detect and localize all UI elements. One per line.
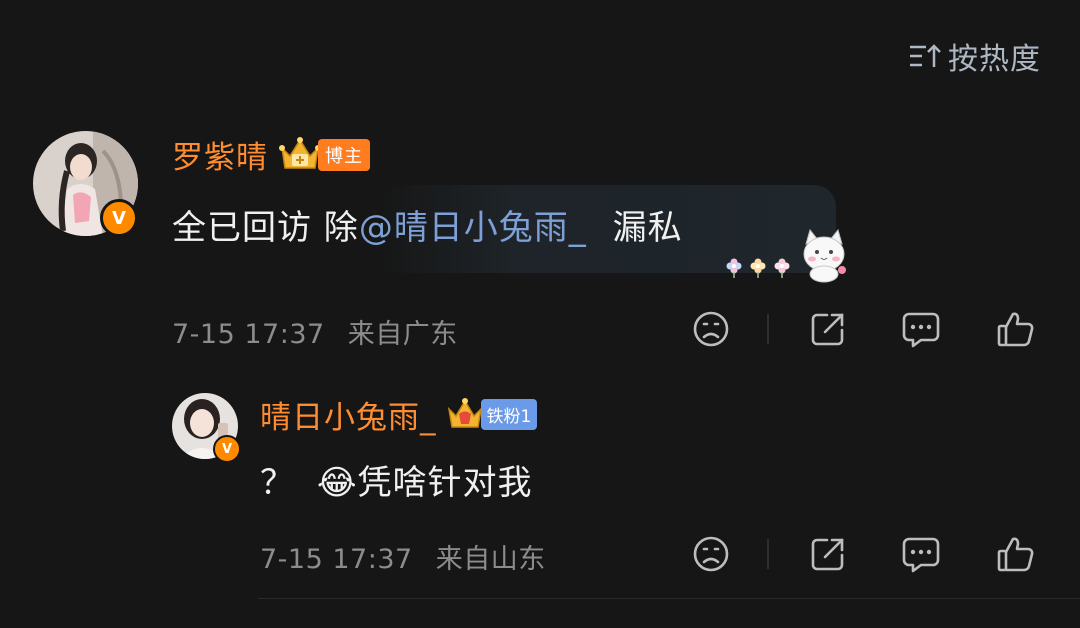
like-button[interactable] <box>994 532 1038 576</box>
divider <box>767 539 769 569</box>
divider-line <box>258 598 1080 599</box>
blogger-badge: 博主 <box>318 138 370 171</box>
sad-face-icon <box>693 311 729 347</box>
divider <box>767 314 769 344</box>
mention-link[interactable]: @晴日小兔雨_ <box>359 208 587 248</box>
verified-badge-icon: V <box>213 435 241 463</box>
location: 来自山东 <box>435 544 546 575</box>
comment-meta: 7-15 17:37 来自广东 <box>172 312 458 351</box>
share-button[interactable] <box>806 307 850 351</box>
location: 来自广东 <box>347 319 458 350</box>
comment-icon <box>902 312 940 348</box>
like-button[interactable] <box>994 307 1038 351</box>
username[interactable]: 罗紫晴 <box>172 132 268 177</box>
comment-text-prefix: 全已回访 除 <box>172 208 359 248</box>
comment: V 罗紫晴 博主 全已回访 除@晴日小兔雨_ 漏私 7-15 17:37 来自广… <box>0 0 1080 360</box>
bubble-decoration-icon <box>722 220 854 288</box>
share-button[interactable] <box>806 532 850 576</box>
comment-text-suffix: 漏私 <box>600 208 683 248</box>
comment-text-suffix: 凭啥针对我 <box>357 463 533 503</box>
reply-button[interactable] <box>899 532 943 576</box>
share-icon <box>811 538 844 571</box>
crown-badge-icon <box>278 136 322 174</box>
comment-text: 全已回访 除@晴日小兔雨_ 漏私 <box>172 200 683 249</box>
share-icon <box>811 313 844 346</box>
dislike-button[interactable] <box>689 532 733 576</box>
verified-badge-icon: V <box>100 199 138 237</box>
timestamp: 7-15 17:37 <box>260 544 413 575</box>
comment-text: ？ 😂凭啥针对我 <box>260 455 533 504</box>
comment-icon <box>902 537 940 573</box>
reply-button[interactable] <box>899 307 943 351</box>
iron-fan-badge: 铁粉1 <box>480 399 538 430</box>
thumbs-up-icon <box>997 537 1034 572</box>
comment-meta: 7-15 17:37 来自山东 <box>260 537 546 576</box>
dislike-button[interactable] <box>689 307 733 351</box>
timestamp: 7-15 17:37 <box>172 319 325 350</box>
reply-comment: V 晴日小兔雨_ 铁粉1 ？ 😂凭啥针对我 7-15 17:37 来自山东 <box>0 360 1080 628</box>
thumbs-up-icon <box>997 312 1034 347</box>
sad-face-icon <box>693 536 729 572</box>
comment-text-prefix: ？ <box>260 463 295 503</box>
laughing-tears-emoji: 😂 <box>316 463 358 503</box>
username[interactable]: 晴日小兔雨_ <box>260 392 437 437</box>
iron-fan-crown-icon <box>445 397 485 433</box>
